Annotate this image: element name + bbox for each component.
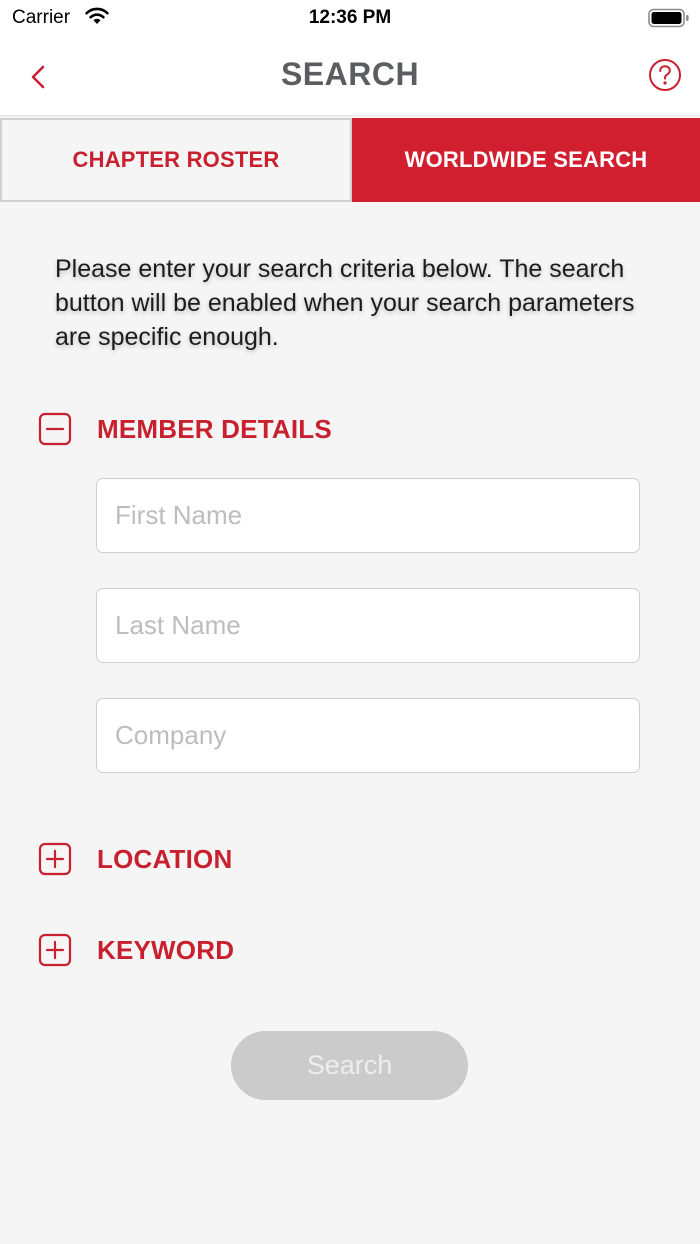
- first-name-input[interactable]: [96, 478, 640, 553]
- section-label: KEYWORD: [97, 934, 235, 965]
- question-circle-icon[interactable]: [648, 58, 682, 92]
- tab-label: CHAPTER ROSTER: [72, 147, 280, 172]
- intro-text: Please enter your search criteria below.…: [55, 255, 635, 351]
- company-input[interactable]: [96, 698, 640, 773]
- status-bar: Carrier 12:36 PM: [0, 0, 700, 36]
- section-keyword[interactable]: KEYWORD: [38, 932, 234, 968]
- battery-icon: [648, 8, 689, 28]
- page-title: SEARCH: [280, 56, 420, 92]
- search-button[interactable]: Search: [231, 1031, 468, 1100]
- collapse-minus-icon[interactable]: [38, 412, 72, 446]
- expand-plus-icon[interactable]: [38, 933, 72, 967]
- section-member-details[interactable]: MEMBER DETAILS: [38, 411, 332, 447]
- search-tabs: CHAPTER ROSTER WORLDWIDE SEARCH: [0, 118, 700, 202]
- tab-chapter-roster[interactable]: CHAPTER ROSTER: [0, 118, 352, 202]
- tab-label: WORLDWIDE SEARCH: [404, 147, 648, 172]
- section-label: MEMBER DETAILS: [97, 413, 332, 444]
- section-location[interactable]: LOCATION: [38, 841, 232, 877]
- last-name-input[interactable]: [96, 588, 640, 663]
- nav-bar: SEARCH: [0, 36, 700, 116]
- status-time: 12:36 PM: [308, 7, 392, 28]
- section-label: LOCATION: [97, 843, 233, 874]
- expand-plus-icon[interactable]: [38, 842, 72, 876]
- tab-worldwide-search[interactable]: WORLDWIDE SEARCH: [352, 118, 700, 202]
